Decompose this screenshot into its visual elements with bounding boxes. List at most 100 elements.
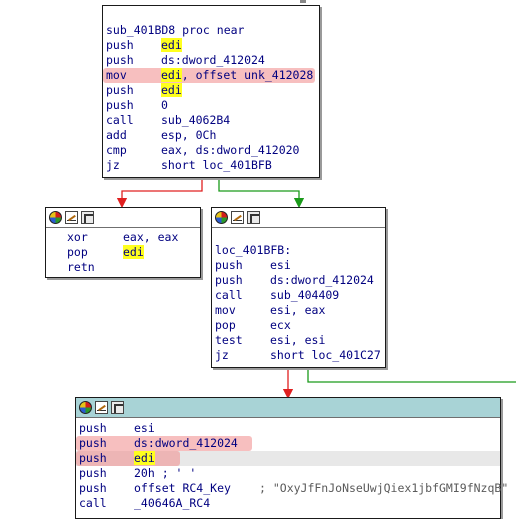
mnemonic: jz [106, 158, 120, 172]
mnemonic: pop [215, 318, 236, 332]
mnemonic: call [106, 113, 134, 127]
edit-pencil-icon[interactable] [65, 211, 78, 224]
instruction-line[interactable]: pop ecx [212, 318, 385, 333]
mnemonic: push [106, 38, 134, 52]
instruction-line[interactable]: push ds:dword_412024 [103, 53, 319, 68]
instruction-line[interactable]: call _40646A_RC4 [76, 496, 500, 511]
graph-view-icon[interactable] [111, 401, 124, 414]
mnemonic: push [79, 451, 107, 465]
instruction-line[interactable]: test esi, esi [212, 333, 385, 348]
mnemonic: xor [67, 230, 88, 244]
edit-pencil-icon[interactable] [231, 211, 244, 224]
operand: edi, offset unk_412028 [161, 68, 314, 82]
instruction-line[interactable]: add esp, 0Ch [103, 128, 319, 143]
mnemonic: mov [106, 68, 127, 82]
mnemonic: mov [215, 303, 236, 317]
mnemonic: push [106, 83, 134, 97]
mnemonic: retn [67, 260, 95, 274]
instruction-line[interactable]: push esi [212, 258, 385, 273]
instruction-line[interactable]: push ds:dword_412024 [76, 436, 500, 451]
instruction-line[interactable]: push offset RC4_Key ; "OxyJfFnJoNseUwjQiex… [76, 481, 508, 496]
operand: ds:dword_412024 [134, 436, 238, 450]
instruction-line[interactable]: jz short loc_401C27 [212, 348, 385, 363]
register-highlight: edi [161, 38, 182, 52]
operand: esi [134, 421, 155, 435]
edge-right-to-far [307, 368, 516, 383]
mnemonic: push [215, 258, 243, 272]
instruction-line[interactable]: pop edi [46, 245, 200, 260]
mnemonic: jz [215, 348, 229, 362]
instruction-line[interactable]: call sub_404409 [212, 288, 385, 303]
mnemonic: pop [67, 245, 88, 259]
graph-view-icon[interactable] [247, 211, 260, 224]
instruction-line[interactable]: call sub_4062B4 [103, 113, 319, 128]
node-sub-401bd8[interactable]: sub_401BD8 proc near push edi push ds:dword… [102, 5, 320, 178]
instruction-line[interactable]: push ds:dword_412024 [212, 273, 385, 288]
operand: ecx [270, 318, 291, 332]
color-wheel-icon[interactable] [49, 211, 62, 224]
operand: esp, 0Ch [161, 128, 217, 142]
node-block-left[interactable]: xor eax, eax pop edi retn [45, 207, 201, 278]
instruction-line[interactable]: push 20h ; ' ' [76, 466, 500, 481]
mnemonic: push [79, 466, 107, 480]
register-highlight: edi [123, 245, 144, 259]
mnemonic: push [106, 98, 134, 112]
instruction-line[interactable]: jz short loc_401BFB [103, 158, 319, 173]
mnemonic: test [215, 333, 243, 347]
operand: esi, esi [270, 333, 326, 347]
instruction-line[interactable]: cmp eax, ds:dword_412020 [103, 143, 319, 158]
mnemonic: push [106, 53, 134, 67]
instruction-line[interactable]: push edi [103, 83, 319, 98]
register-highlight: edi [134, 451, 155, 465]
operand: edi [161, 83, 182, 98]
node-right-header [212, 208, 385, 228]
instruction-line[interactable]: push 0 [103, 98, 319, 113]
operand: short loc_401BFB [161, 158, 272, 172]
graph-view-icon[interactable] [81, 211, 94, 224]
loc-label-text: loc_401BFB: [215, 243, 292, 257]
node-loc-401bfb[interactable]: loc_401BFB: push esi push ds:dword_412024 ca… [211, 207, 386, 368]
instruction-line[interactable]: push esi [76, 421, 500, 436]
operand: 20h ; ' ' [134, 466, 197, 480]
operand: edi [123, 245, 144, 260]
mnemonic: call [215, 288, 243, 302]
instruction-line[interactable]: mov esi, eax [212, 303, 385, 318]
operand: eax, ds:dword_412020 [161, 143, 300, 157]
node-block-bottom[interactable]: push esi push ds:dword_412024 push edi push 20h… [75, 397, 508, 519]
register-highlight: edi [161, 83, 182, 97]
operand: sub_404409 [270, 288, 340, 302]
operand: edi [134, 451, 155, 466]
operand: ds:dword_412024 [270, 273, 374, 287]
operand: 0 [161, 98, 168, 112]
instruction-line[interactable]: xor eax, eax [46, 230, 200, 245]
instruction-line[interactable]: retn [46, 260, 200, 275]
instruction-line[interactable]: mov edi, offset unk_412028 [103, 68, 319, 83]
edge-main-to-left [116, 177, 203, 209]
operand: edi [161, 38, 182, 53]
operand: sub_4062B4 [161, 113, 231, 127]
node-left-header [46, 208, 200, 228]
instruction-line[interactable]: push edi [76, 451, 500, 466]
operand: _40646A_RC4 [134, 496, 211, 510]
proc-label-text: sub_401BD8 proc near [106, 23, 245, 37]
operand: offset RC4_Key [134, 481, 231, 495]
register-highlight: edi [161, 68, 182, 82]
color-wheel-icon[interactable] [79, 401, 92, 414]
operand: esi [270, 258, 291, 272]
mnemonic: push [79, 481, 107, 495]
operand: eax, eax [123, 230, 179, 244]
operand: ds:dword_412024 [161, 53, 265, 67]
edit-pencil-icon[interactable] [95, 401, 108, 414]
mnemonic: cmp [106, 143, 127, 157]
operand: esi, eax [270, 303, 326, 317]
mnemonic: push [79, 421, 107, 435]
node-bottom-header [76, 398, 500, 418]
instruction-line[interactable]: push edi [103, 38, 319, 53]
mnemonic: add [106, 128, 127, 142]
mnemonic: call [79, 496, 107, 510]
mnemonic: push [215, 273, 243, 287]
edge-main-to-right [218, 177, 305, 209]
loc-label: loc_401BFB: [215, 243, 291, 258]
comment: ; "OxyJfFnJoNseUwjQiex1jbfGMI9fNzqB" [259, 481, 509, 495]
color-wheel-icon[interactable] [215, 211, 228, 224]
